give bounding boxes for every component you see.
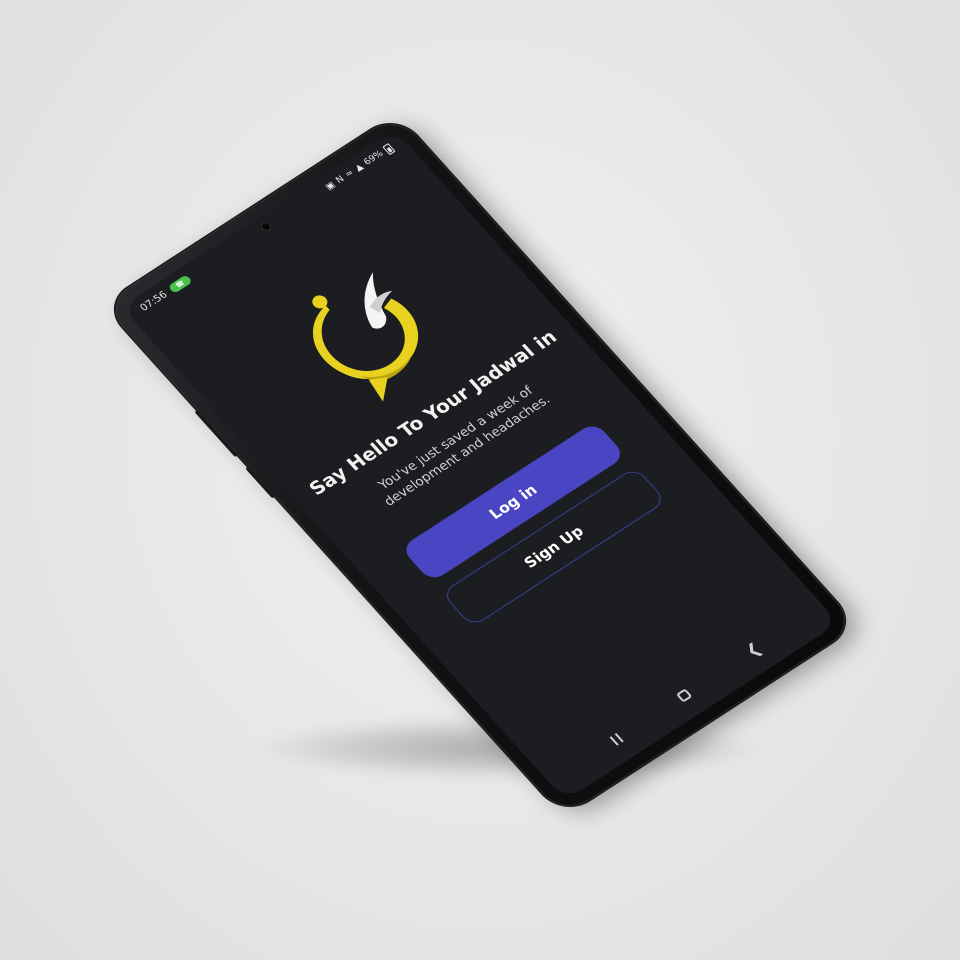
phone-device: 07:56 ☎ ▣ N ≈ ▲ 69% Say Hello To Your Ja… xyxy=(102,113,858,817)
photo-icon: ▣ xyxy=(323,180,338,193)
nfc-icon: N xyxy=(334,174,347,186)
signal-icon: ▲ xyxy=(352,162,366,174)
front-camera xyxy=(260,222,272,232)
mockup-stage: 07:56 ☎ ▣ N ≈ ▲ 69% Say Hello To Your Ja… xyxy=(0,0,960,960)
recents-icon[interactable] xyxy=(608,732,624,746)
status-left: 07:56 ☎ xyxy=(138,274,193,313)
back-icon[interactable]: ❮ xyxy=(741,639,765,661)
battery-icon xyxy=(381,142,396,155)
home-icon[interactable] xyxy=(675,688,693,703)
battery-percent: 69% xyxy=(362,149,386,168)
call-active-icon[interactable]: ☎ xyxy=(167,274,193,294)
wifi-icon: ≈ xyxy=(343,168,357,180)
phone-screen: 07:56 ☎ ▣ N ≈ ▲ 69% Say Hello To Your Ja… xyxy=(121,129,839,801)
status-right: ▣ N ≈ ▲ 69% xyxy=(323,142,396,193)
welcome-content: Say Hello To Your Jadwal in You've just … xyxy=(182,197,706,653)
status-time: 07:56 xyxy=(137,289,170,314)
